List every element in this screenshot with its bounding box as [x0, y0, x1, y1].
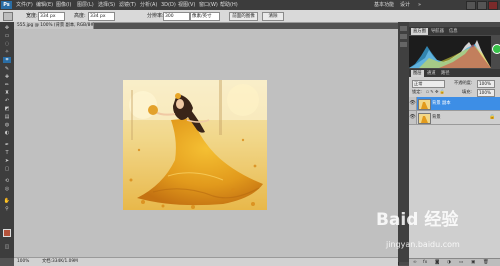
- panel-icon-3[interactable]: [400, 42, 407, 47]
- eye-icon[interactable]: 👁: [409, 111, 417, 124]
- resolution-label: 分辨率:: [147, 13, 164, 19]
- gradient-tool-icon[interactable]: ▤: [3, 114, 11, 120]
- move-tool-icon[interactable]: ✥: [3, 25, 11, 31]
- resolution-input[interactable]: 300: [163, 12, 190, 21]
- menu-analysis[interactable]: 分析(A): [140, 1, 157, 9]
- blur-tool-icon[interactable]: ◍: [3, 122, 11, 128]
- layers-tab-bar: 图层 通道 路径: [409, 69, 500, 77]
- lock-icons[interactable]: ▫ ✎ ✥ 🔒: [426, 89, 445, 95]
- menu-image[interactable]: 图像(I): [56, 1, 71, 9]
- quick-mask-icon[interactable]: ◫: [3, 244, 11, 250]
- opacity-input[interactable]: 100%: [477, 80, 495, 88]
- layer-row-background[interactable]: 👁 背景 🔒: [409, 111, 500, 125]
- crop-tool-button[interactable]: ⌗: [3, 57, 11, 63]
- width-label: 宽度:: [26, 13, 38, 19]
- 3d-rotate-tool-icon[interactable]: ⟲: [3, 178, 11, 184]
- height-label: 高度:: [74, 13, 86, 19]
- lasso-tool-icon[interactable]: ◌: [3, 41, 11, 47]
- layer-name: 背景: [432, 115, 441, 120]
- maximize-icon[interactable]: [477, 1, 487, 10]
- magic-wand-tool-icon[interactable]: ✧: [3, 49, 11, 55]
- opacity-label: 不透明度:: [454, 80, 473, 85]
- panel-icon-2[interactable]: [400, 34, 407, 39]
- tab-channels[interactable]: 通道: [425, 70, 438, 77]
- zoom-tool-icon[interactable]: ⚲: [3, 206, 11, 212]
- tool-panel: ✥ ▭ ◌ ✧ ⌗ ✎ ✚ ✏ ♜ ↶ ◩ ▤ ◍ ◐ ✒ T ➤ ▢ ⟲ ◎ …: [0, 22, 15, 258]
- workspace-more-icon[interactable]: »: [418, 1, 421, 9]
- dodge-tool-icon[interactable]: ◐: [3, 130, 11, 136]
- brush-tool-icon[interactable]: ✏: [3, 82, 11, 88]
- hand-tool-icon[interactable]: ✋: [3, 198, 11, 204]
- menu-help[interactable]: 帮助(H): [220, 1, 238, 9]
- fill-label: 填充:: [462, 89, 472, 94]
- document-tab[interactable]: 555.jpg @ 100% (背景 副本, RGB/8#) *: [14, 22, 94, 29]
- 3d-orbit-tool-icon[interactable]: ◎: [3, 186, 11, 192]
- photoshop-logo-icon: Ps: [1, 1, 12, 9]
- menu-view[interactable]: 视图(V): [178, 1, 195, 9]
- woman-in-autumn-leaf-dress-image: [123, 80, 267, 210]
- clone-stamp-tool-icon[interactable]: ♜: [3, 90, 11, 96]
- path-selection-tool-icon[interactable]: ➤: [3, 158, 11, 164]
- crop-tool-icon[interactable]: [3, 12, 13, 21]
- minimize-icon[interactable]: [466, 1, 476, 10]
- lock-label: 锁定:: [412, 89, 422, 94]
- workspace-basic-button[interactable]: 基本功能: [374, 1, 394, 9]
- fill-input[interactable]: 100%: [477, 89, 495, 97]
- blend-mode-select[interactable]: 正常: [412, 80, 445, 88]
- history-brush-tool-icon[interactable]: ↶: [3, 98, 11, 104]
- eye-icon[interactable]: 👁: [409, 97, 417, 110]
- refresh-histogram-icon[interactable]: [492, 44, 500, 54]
- menu-file[interactable]: 文件(F): [16, 1, 33, 9]
- histogram-tab-bar: 直方图 导航器 信息: [409, 27, 500, 35]
- workspace-design-button[interactable]: 设计: [400, 1, 410, 9]
- shape-tool-icon[interactable]: ▢: [3, 166, 11, 172]
- watermark-url: jingyan.baidu.com: [386, 240, 460, 249]
- marquee-tool-icon[interactable]: ▭: [3, 33, 11, 39]
- menu-edit[interactable]: 编辑(E): [36, 1, 53, 9]
- tab-layers[interactable]: 图层: [411, 70, 424, 77]
- menu-bar: Ps 文件(F) 编辑(E) 图像(I) 图层(L) 选择(S) 滤镜(T) 分…: [0, 0, 500, 10]
- panel-icon-1[interactable]: [400, 26, 407, 31]
- baidu-jingyan-watermark: Baid 经验: [376, 210, 459, 230]
- clear-button[interactable]: 清除: [262, 12, 284, 21]
- layer-thumbnail: [418, 113, 431, 124]
- resolution-unit-select[interactable]: 像素/英寸: [190, 12, 220, 21]
- layer-row-background-copy[interactable]: 👁 背景 副本: [409, 97, 500, 111]
- document-image[interactable]: [123, 80, 267, 210]
- width-input[interactable]: 334 px: [38, 12, 65, 21]
- eraser-tool-icon[interactable]: ◩: [3, 106, 11, 112]
- tab-histogram[interactable]: 直方图: [411, 28, 428, 35]
- type-tool-icon[interactable]: T: [3, 150, 11, 156]
- tab-info[interactable]: 信息: [447, 28, 460, 35]
- lock-icon: 🔒: [489, 114, 496, 120]
- close-icon[interactable]: [488, 1, 498, 10]
- healing-brush-tool-icon[interactable]: ✚: [3, 74, 11, 80]
- front-image-button[interactable]: 前面的图像: [229, 12, 258, 21]
- histogram-chart: [409, 36, 491, 68]
- eyedropper-tool-icon[interactable]: ✎: [3, 66, 11, 72]
- height-input[interactable]: 334 px: [88, 12, 115, 21]
- menu-layer[interactable]: 图层(L): [77, 1, 94, 9]
- menu-filter[interactable]: 滤镜(T): [119, 1, 136, 9]
- menu-3d[interactable]: 3D(D): [161, 1, 176, 9]
- pen-tool-icon[interactable]: ✒: [3, 142, 11, 148]
- menu-select[interactable]: 选择(S): [98, 1, 115, 9]
- foreground-color-swatch[interactable]: [3, 229, 11, 237]
- layer-thumbnail: [418, 99, 431, 110]
- layer-name: 背景 副本: [432, 101, 451, 106]
- tab-navigator[interactable]: 导航器: [429, 28, 446, 35]
- tab-paths[interactable]: 路径: [439, 70, 452, 77]
- menu-window[interactable]: 窗口(W): [199, 1, 218, 9]
